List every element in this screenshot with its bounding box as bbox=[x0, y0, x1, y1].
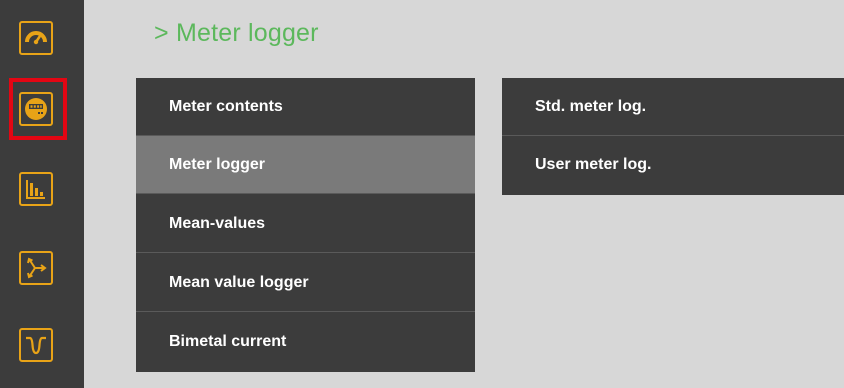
gauge-button[interactable] bbox=[19, 21, 53, 55]
menu-item-meter-logger[interactable]: Meter logger bbox=[136, 136, 475, 194]
bar-chart-icon bbox=[26, 180, 45, 199]
menu-item-mean-value-logger[interactable]: Mean value logger bbox=[136, 254, 475, 312]
submenu-item-user-meter-log[interactable]: User meter log. bbox=[502, 136, 844, 194]
bar-chart-button[interactable] bbox=[19, 172, 53, 206]
vector-diagram-button[interactable] bbox=[19, 251, 53, 285]
meter-button[interactable] bbox=[19, 92, 53, 126]
waveform-icon bbox=[26, 336, 46, 355]
submenu-item-std-meter-log[interactable]: Std. meter log. bbox=[502, 78, 844, 136]
gauge-icon bbox=[25, 31, 47, 45]
menu-item-meter-contents[interactable]: Meter contents bbox=[136, 78, 475, 136]
main-menu: Meter contents Meter logger Mean-values … bbox=[136, 78, 475, 372]
vector-diagram-icon bbox=[27, 257, 47, 279]
meter-icon bbox=[25, 98, 47, 120]
menu-item-mean-values[interactable]: Mean-values bbox=[136, 195, 475, 253]
page-title: > Meter logger bbox=[154, 19, 319, 47]
sidebar bbox=[0, 0, 84, 388]
menu-item-bimetal-current[interactable]: Bimetal current bbox=[136, 313, 475, 371]
waveform-button[interactable] bbox=[19, 328, 53, 362]
sub-menu: Std. meter log. User meter log. bbox=[502, 78, 844, 195]
